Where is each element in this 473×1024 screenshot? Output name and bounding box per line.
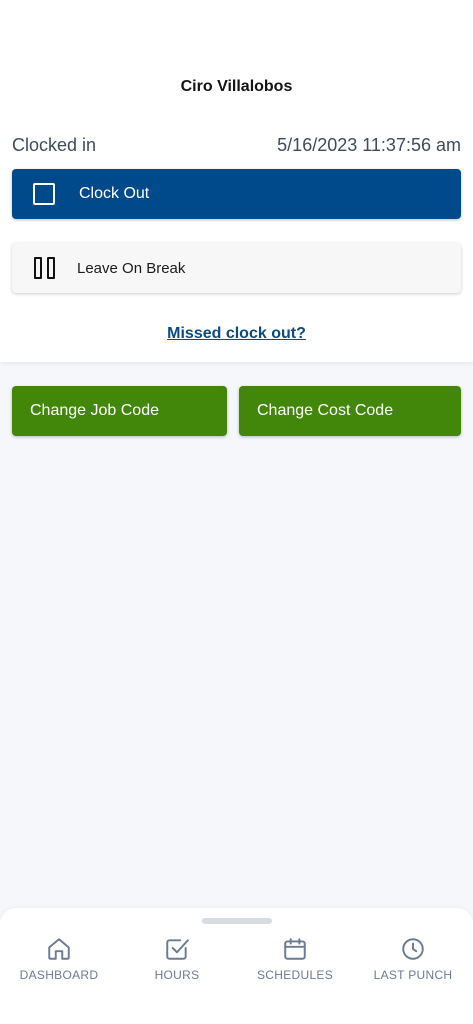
missed-clock-out-link[interactable]: Missed clock out? bbox=[0, 325, 473, 343]
nav-item-last-punch[interactable]: LAST PUNCH bbox=[358, 936, 468, 982]
nav-item-hours[interactable]: HOURS bbox=[122, 936, 232, 982]
home-icon bbox=[48, 938, 70, 960]
change-cost-code-label: Change Cost Code bbox=[257, 402, 394, 419]
change-job-code-label: Change Job Code bbox=[30, 402, 159, 419]
nav-item-schedules[interactable]: SCHEDULES bbox=[240, 936, 350, 982]
nav-item-dashboard[interactable]: DASHBOARD bbox=[4, 936, 114, 982]
status-row: Clocked in 5/16/2023 11:37:56 am bbox=[12, 135, 461, 156]
clock-out-button[interactable]: Clock Out bbox=[12, 169, 461, 219]
nav-label: LAST PUNCH bbox=[373, 968, 453, 982]
change-cost-code-button[interactable]: Change Cost Code bbox=[239, 386, 461, 436]
nav-label: SCHEDULES bbox=[256, 968, 334, 982]
clock-status: Clocked in bbox=[12, 135, 97, 155]
checkbox-icon bbox=[166, 939, 189, 960]
nav-label: DASHBOARD bbox=[19, 968, 99, 982]
clock-datetime: 5/16/2023 11:37:56 am bbox=[277, 135, 461, 155]
clock-out-label: Clock Out bbox=[79, 185, 150, 202]
stop-square-icon bbox=[33, 183, 55, 205]
change-job-code-button[interactable]: Change Job Code bbox=[12, 386, 227, 436]
nav-label: HOURS bbox=[154, 968, 200, 982]
drag-handle[interactable] bbox=[202, 918, 272, 924]
clock-panel: Ciro Villalobos Clocked in 5/16/2023 11:… bbox=[0, 0, 473, 362]
bottom-navigation: DASHBOARD HOURS SCHEDULES LAST PUNCH bbox=[0, 908, 473, 1024]
clock-icon bbox=[402, 938, 424, 960]
pause-icon bbox=[34, 257, 55, 279]
leave-on-break-button[interactable]: Leave On Break bbox=[12, 243, 461, 293]
user-name: Ciro Villalobos bbox=[180, 78, 293, 95]
leave-on-break-label: Leave On Break bbox=[77, 259, 186, 277]
calendar-icon bbox=[284, 938, 306, 960]
